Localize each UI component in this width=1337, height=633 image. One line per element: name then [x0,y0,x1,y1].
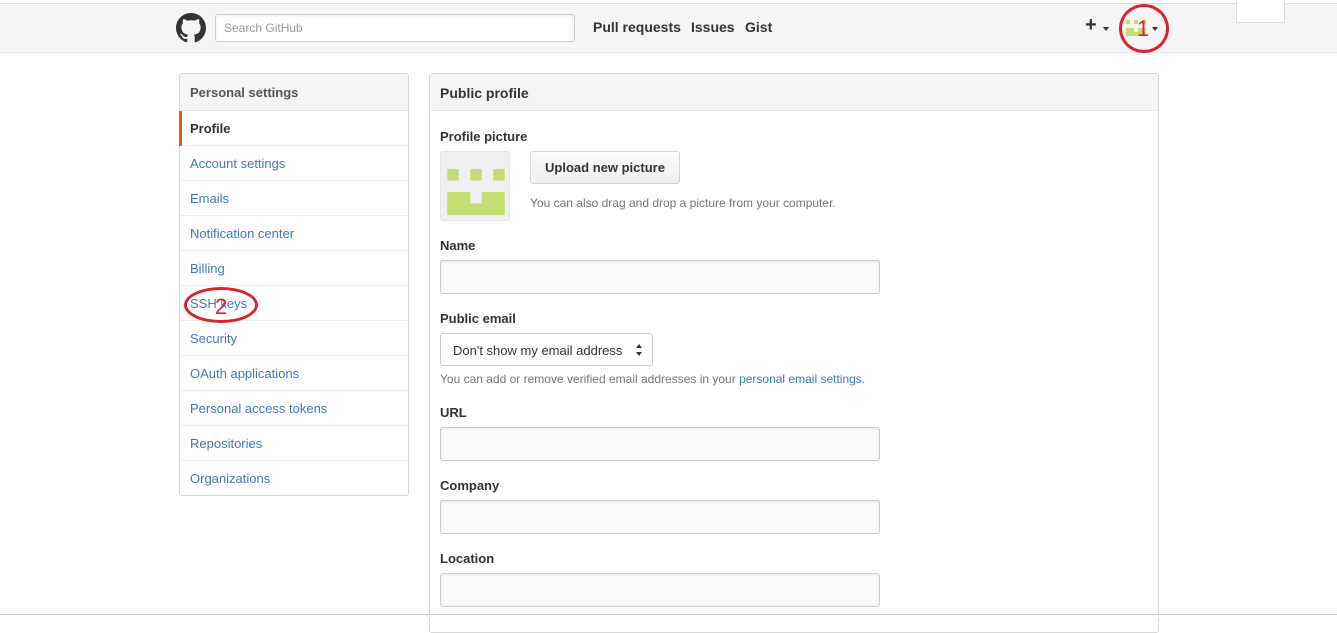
create-new-plus-icon[interactable]: + [1085,14,1097,37]
email-note: You can add or remove verified email add… [440,372,865,386]
sidebar-item-security[interactable]: Security [180,321,408,356]
sidebar-item-oauth-applications[interactable]: OAuth applications [180,356,408,391]
annotation-number-1: 1 [1137,16,1150,41]
sidebar-item-emails[interactable]: Emails [180,181,408,216]
location-field[interactable] [440,573,880,607]
plus-caret-icon [1103,27,1109,31]
sidebar-title: Personal settings [180,74,408,111]
annotation-number-2: 2 [215,294,228,319]
github-logo-icon[interactable] [176,13,206,43]
sidebar-item-repositories[interactable]: Repositories [180,426,408,461]
top-right-box [1236,0,1285,23]
company-label: Company [440,478,500,493]
identicon-image [447,169,505,215]
url-label: URL [440,405,467,420]
email-note-suffix: . [861,372,866,386]
sidebar-item-billing[interactable]: Billing [180,251,408,286]
panel-title: Public profile [430,74,1158,111]
sidebar-item-account-settings[interactable]: Account settings [180,146,408,181]
public-email-label: Public email [440,311,516,326]
search-input[interactable] [215,14,575,42]
sidebar-item-personal-access-tokens[interactable]: Personal access tokens [180,391,408,426]
upload-hint: You can also drag and drop a picture fro… [530,196,836,210]
public-email-select[interactable]: Don't show my email address [440,333,653,366]
email-note-text: You can add or remove verified email add… [440,372,740,386]
name-label: Name [440,238,476,253]
nav-pull-requests[interactable]: Pull requests [593,19,681,35]
sidebar-item-profile[interactable]: Profile [179,111,408,146]
url-field[interactable] [440,427,880,461]
profile-picture [440,151,510,221]
personal-email-settings-link[interactable]: personal email settings [739,372,862,386]
header-topline [0,0,1337,4]
settings-sidebar: Personal settings Profile Account settin… [179,73,409,496]
upload-new-picture-button[interactable]: Upload new picture [530,151,680,184]
nav-gist[interactable]: Gist [745,19,772,35]
company-field[interactable] [440,500,880,534]
name-field[interactable] [440,260,880,294]
select-arrows-icon [636,344,642,356]
location-label: Location [440,551,495,566]
sidebar-item-notification-center[interactable]: Notification center [180,216,408,251]
bottom-edge [0,614,1337,618]
public-email-selected-value: Don't show my email address [453,343,623,358]
profile-picture-label: Profile picture [440,129,528,144]
nav-issues[interactable]: Issues [691,19,735,35]
sidebar-item-organizations[interactable]: Organizations [180,461,408,496]
